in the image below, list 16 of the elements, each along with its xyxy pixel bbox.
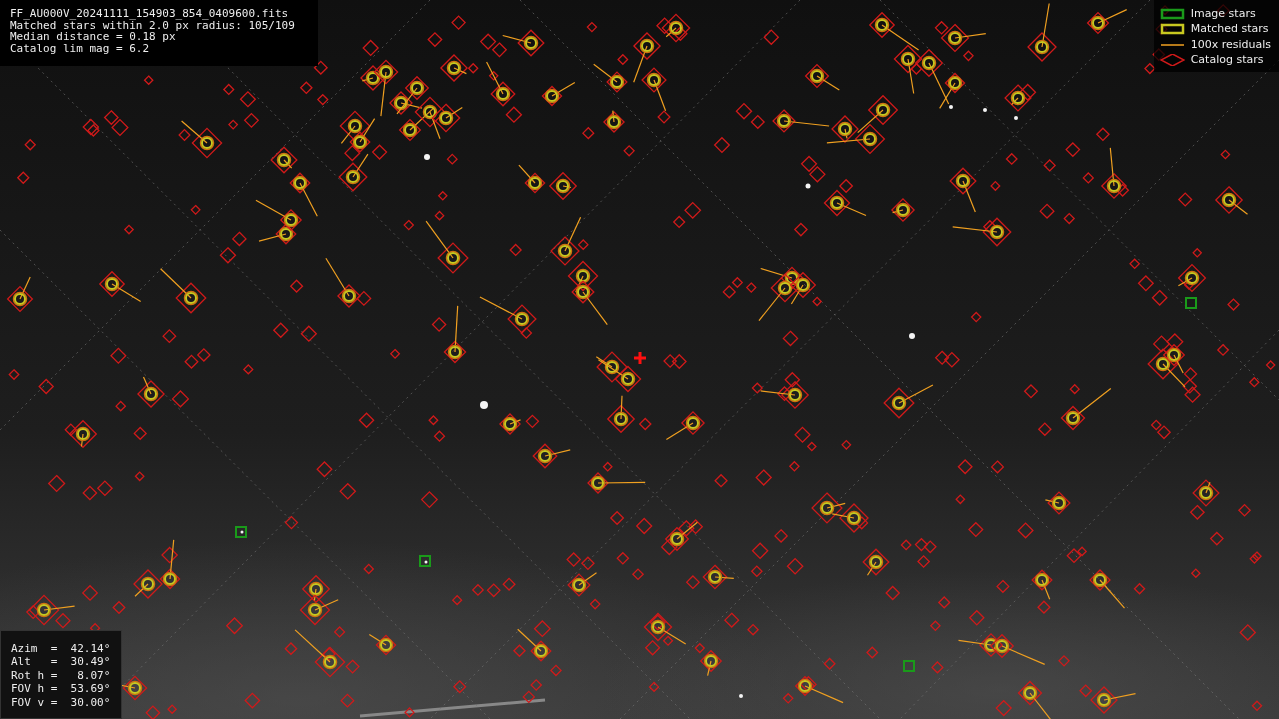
legend-label: 100x residuals bbox=[1190, 36, 1271, 53]
legend-label: Matched stars bbox=[1190, 21, 1269, 37]
box-icon bbox=[1159, 7, 1185, 20]
legend-label: Catalog stars bbox=[1190, 52, 1264, 68]
diamond-icon bbox=[1159, 54, 1185, 67]
pointing-text: Azim = 42.14° bbox=[11, 642, 111, 656]
legend-label: Image stars bbox=[1190, 5, 1256, 22]
info-text: FF_AU000V_20241111_154903_854_0409600.fits bbox=[10, 8, 290, 20]
info-text: Median distance = 0.18 px bbox=[10, 31, 176, 43]
pointing-text: Rot h = 8.07° bbox=[11, 668, 111, 683]
box-icon bbox=[1159, 23, 1185, 36]
pointing-text: FOV h = 53.69° bbox=[11, 682, 111, 696]
info-text: Catalog lim mag = 6.2 bbox=[10, 42, 151, 55]
info-text: Matched stars within 2.0 px radius: 105/109 bbox=[10, 19, 296, 32]
pointing-text: FOV v = 30.00° bbox=[11, 695, 111, 710]
pointing-text: Alt = 30.49° bbox=[11, 655, 111, 669]
